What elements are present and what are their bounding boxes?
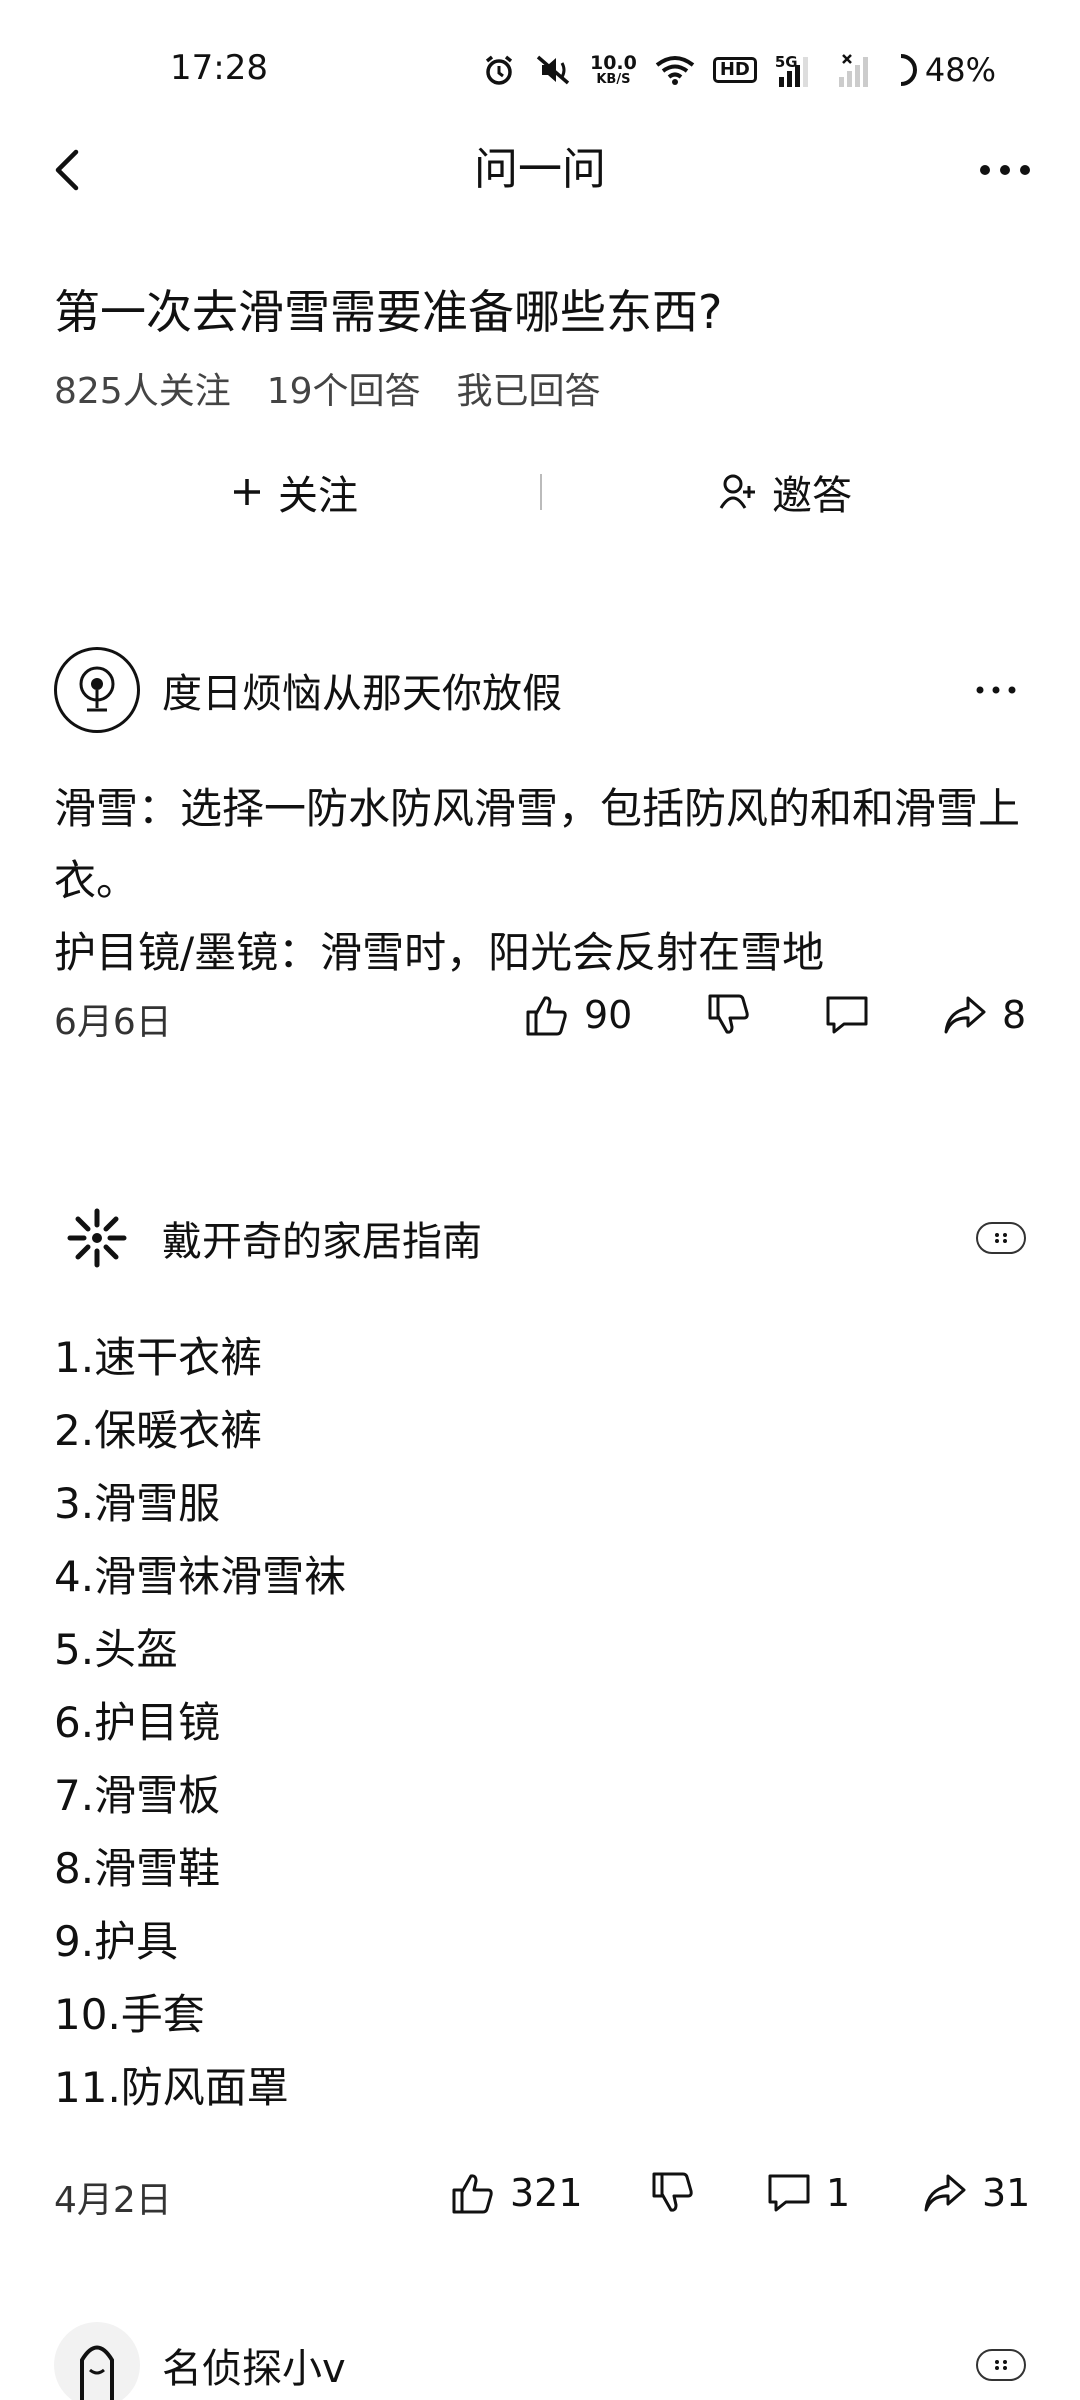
more-dots-icon xyxy=(976,686,1016,694)
answer-more-button[interactable] xyxy=(976,2349,1026,2381)
share-icon xyxy=(924,2174,966,2212)
answer-header: 名侦探小v xyxy=(54,2320,346,2400)
share-count: 31 xyxy=(982,2171,1031,2215)
battery: 48% xyxy=(895,51,996,89)
author-name[interactable]: 度日烦恼从那天你放假 xyxy=(162,661,562,719)
like-count: 90 xyxy=(584,993,633,1037)
like-button[interactable]: 90 xyxy=(524,985,632,1045)
question-actions: 关注 邀答 xyxy=(0,454,1080,530)
person-avatar-icon xyxy=(80,2345,114,2400)
list-item: 8.滑雪鞋 xyxy=(54,1844,221,1893)
list-item: 4.滑雪袜滑雪袜 xyxy=(54,1552,347,1601)
avatar[interactable] xyxy=(54,1195,140,1281)
battery-percent: 48% xyxy=(924,51,996,89)
battery-icon xyxy=(895,53,919,87)
status-time: 17:28 xyxy=(170,48,268,88)
invite-label: 邀答 xyxy=(772,473,852,519)
plus-icon xyxy=(234,479,260,505)
nav-bar: 问一问 xyxy=(0,120,1080,220)
comment-icon xyxy=(826,996,868,1034)
follow-button[interactable]: 关注 xyxy=(230,454,358,530)
hd-badge: HD xyxy=(712,57,757,83)
list-item: 1.速干衣裤 xyxy=(54,1333,263,1382)
answer-header: 度日烦恼从那天你放假 xyxy=(54,645,562,735)
like-button[interactable]: 321 xyxy=(450,2163,583,2223)
answer-more-button[interactable] xyxy=(976,1222,1026,1254)
signal-5g: 5G xyxy=(775,53,819,87)
answer-footer: 4月2日 321 1 31 xyxy=(54,2163,1030,2223)
question-meta: 825人关注 19个回答 我已回答 xyxy=(54,362,601,414)
tree-avatar-icon xyxy=(79,666,115,712)
dislike-button[interactable] xyxy=(706,985,752,1045)
follow-label: 关注 xyxy=(278,473,358,519)
thumbs-down-icon xyxy=(708,994,749,1034)
share-button[interactable]: 31 xyxy=(922,2163,1030,2223)
list-item: 7.滑雪板 xyxy=(54,1771,221,1820)
list-item: 5.头盔 xyxy=(54,1625,179,1674)
comment-button[interactable] xyxy=(824,985,870,1045)
answer-header: 戴开奇的家居指南 xyxy=(54,1193,482,1283)
answer-card[interactable]: 度日烦恼从那天你放假 滑雪：选择一防水防风滑雪，包括防风的和和滑雪上衣。 护目镜… xyxy=(0,645,1080,1065)
actions-divider xyxy=(540,474,542,510)
answer-card[interactable]: 戴开奇的家居指南 1.速干衣裤 2.保暖衣裤 3.滑雪服 4.滑雪袜滑雪袜 5.… xyxy=(0,1193,1080,2221)
list-item: 10.手套 xyxy=(54,1990,205,2039)
question-title: 第一次去滑雪需要准备哪些东西? xyxy=(54,285,723,339)
thumbs-up-icon xyxy=(526,996,567,1036)
status-bar: 17:28 10.0 KB/S HD 5G 48% xyxy=(0,0,1080,140)
status-icons: 10.0 KB/S HD 5G 48% xyxy=(482,48,996,92)
dislike-button[interactable] xyxy=(650,2163,696,2223)
more-grid-icon xyxy=(995,1233,1007,1243)
answer-paragraph: 滑雪：选择一防水防风滑雪，包括防风的和和滑雪上衣。 xyxy=(54,784,1021,905)
author-name[interactable]: 戴开奇的家居指南 xyxy=(162,1209,482,1267)
more-dots-icon xyxy=(980,165,1030,175)
signal-icon xyxy=(837,53,877,87)
answered-status[interactable]: 我已回答 xyxy=(457,362,601,414)
comment-button[interactable]: 1 xyxy=(766,2163,850,2223)
answer-text[interactable]: 滑雪：选择一防水防风滑雪，包括防风的和和滑雪上衣。 护目镜/墨镜：滑雪时，阳光会… xyxy=(54,773,1034,989)
page: 17:28 10.0 KB/S HD 5G 48% 问一问 第一次去滑雪需要准备… xyxy=(0,0,1080,2400)
answer-paragraph: 护目镜/墨镜：滑雪时，阳光会反射在雪地 xyxy=(54,928,825,977)
answer-date: 4月2日 xyxy=(54,2180,172,2221)
thumbs-down-icon xyxy=(652,2172,693,2212)
list-item: 3.滑雪服 xyxy=(54,1479,221,1528)
answer-list[interactable]: 1.速干衣裤 2.保暖衣裤 3.滑雪服 4.滑雪袜滑雪袜 5.头盔 6.护目镜 … xyxy=(54,1321,346,2124)
answer-footer: 6月6日 90 8 xyxy=(54,985,1026,1045)
comment-count: 1 xyxy=(826,2171,851,2215)
answers-count[interactable]: 19个回答 xyxy=(267,362,421,414)
answer-card[interactable]: 名侦探小v xyxy=(0,2320,1080,2400)
author-name[interactable]: 名侦探小v xyxy=(162,2336,346,2394)
thumbs-up-icon xyxy=(452,2174,493,2214)
net-speed-unit: KB/S xyxy=(596,72,631,87)
net-speed-value: 10.0 xyxy=(589,52,637,74)
wifi-icon xyxy=(655,54,695,86)
alarm-icon xyxy=(482,53,516,87)
followers-count: 825人关注 xyxy=(54,371,231,412)
answer-more-button[interactable] xyxy=(966,670,1026,710)
more-button[interactable] xyxy=(970,140,1040,200)
mute-icon xyxy=(534,53,572,87)
invite-button[interactable]: 邀答 xyxy=(718,454,852,530)
list-item: 11.防风面罩 xyxy=(54,2063,289,2112)
share-icon xyxy=(944,996,986,1034)
answer-date: 6月6日 xyxy=(54,1002,172,1043)
list-item: 9.护具 xyxy=(54,1917,179,1966)
more-grid-icon xyxy=(995,2360,1007,2370)
list-item: 6.护目镜 xyxy=(54,1698,221,1747)
avatar[interactable] xyxy=(54,2322,140,2400)
like-count: 321 xyxy=(510,2171,583,2215)
comment-icon xyxy=(768,2174,810,2212)
share-button[interactable]: 8 xyxy=(942,985,1026,1045)
invite-user-icon xyxy=(719,474,755,509)
page-title: 问一问 xyxy=(474,144,606,195)
net-speed: 10.0 KB/S xyxy=(589,52,637,87)
list-item: 2.保暖衣裤 xyxy=(54,1406,263,1455)
sparkle-avatar-icon xyxy=(67,1208,127,1268)
avatar[interactable] xyxy=(54,647,140,733)
share-count: 8 xyxy=(1002,993,1027,1037)
